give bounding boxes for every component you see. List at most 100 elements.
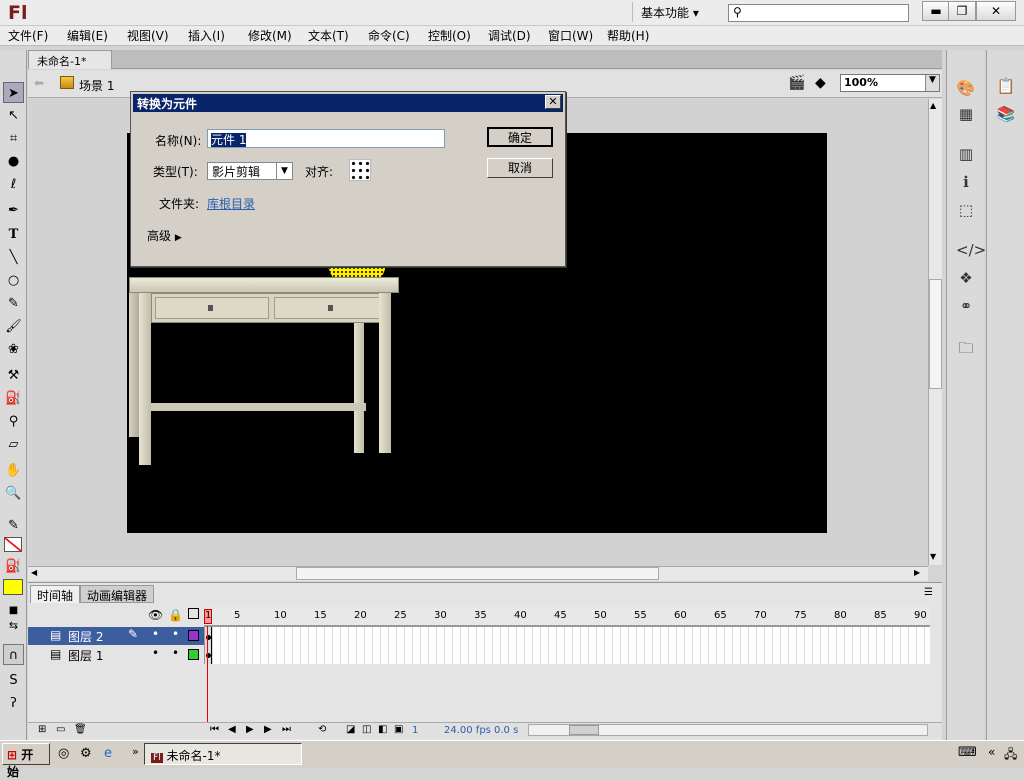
outline-icon[interactable] — [188, 608, 199, 619]
network-icon[interactable]: 🖧 — [1004, 745, 1017, 766]
registration-grid-icon[interactable] — [349, 159, 371, 181]
tray-expand-icon[interactable]: « — [988, 745, 995, 759]
layer-color-swatch[interactable] — [188, 649, 199, 660]
symbol-type-select[interactable]: 影片剪辑 ▼ — [207, 162, 293, 180]
dialog-close-button[interactable]: ✕ — [545, 95, 561, 109]
ok-button[interactable]: 确定 — [487, 127, 553, 147]
color-panel-icon[interactable]: 🎨 — [956, 78, 976, 98]
horizontal-scroll-thumb[interactable] — [296, 567, 659, 580]
menu-commands[interactable]: 命令(C) — [368, 27, 410, 44]
back-arrow-icon[interactable]: ⬅ — [34, 76, 44, 90]
menu-window[interactable]: 窗口(W) — [548, 27, 593, 44]
eye-icon[interactable]: 👁 — [148, 608, 163, 622]
previous-frame-icon[interactable]: ◀ — [228, 724, 236, 735]
chrome-icon[interactable]: ◎ — [58, 746, 69, 761]
menu-modify[interactable]: 修改(M) — [248, 27, 292, 44]
tab-motion-editor[interactable]: 动画编辑器 — [80, 585, 155, 603]
folder-link[interactable]: 库根目录 — [207, 195, 255, 212]
paint-bucket-tool-icon[interactable]: ⛽ — [3, 388, 24, 409]
maximize-button[interactable]: ❐ — [948, 1, 976, 21]
pen-tool-icon[interactable]: ✒ — [3, 200, 24, 221]
new-folder-icon[interactable]: ▭ — [56, 724, 65, 735]
symbol-name-input[interactable]: 元件 1 — [207, 129, 445, 148]
swap-colors-icon[interactable]: ⇆ — [3, 615, 24, 636]
swatches-panel-icon[interactable]: ▦ — [956, 104, 976, 124]
actions-panel-icon[interactable]: </> — [956, 240, 986, 260]
advanced-toggle[interactable]: 高级 ▶ — [147, 227, 182, 244]
smooth-icon[interactable]: S — [3, 670, 24, 691]
cancel-button[interactable]: 取消 — [487, 158, 553, 178]
layer-row-2[interactable]: ▤ 图层 2 ✎ • • — [28, 627, 204, 645]
timeline-hscrollbar[interactable] — [528, 724, 928, 736]
scroll-up-icon[interactable]: ▲ — [930, 101, 936, 110]
straighten-icon[interactable]: ʔ — [3, 693, 24, 714]
scroll-left-icon[interactable]: ◀ — [31, 568, 37, 577]
ie-icon[interactable]: e — [104, 746, 112, 761]
horizontal-scrollbar[interactable]: ◀ ▶ — [28, 566, 928, 581]
menu-view[interactable]: 视图(V) — [127, 27, 169, 44]
subselection-tool-icon[interactable]: ↖ — [3, 105, 24, 126]
play-icon[interactable]: ▶ — [246, 724, 254, 735]
library-panel-icon[interactable]: 📚 — [996, 104, 1016, 124]
scroll-down-icon[interactable]: ▼ — [930, 552, 936, 561]
stroke-color-swatch[interactable] — [4, 537, 22, 552]
lasso-tool-icon[interactable]: ℓ — [3, 174, 24, 195]
onion-outline-icon[interactable]: ◫ — [362, 724, 371, 735]
line-tool-icon[interactable]: ╲ — [3, 247, 24, 268]
frame-ruler[interactable]: 1 5 10 15 20 25 30 35 40 45 50 55 60 65 … — [204, 607, 930, 626]
scene-breadcrumb[interactable]: 场景 1 — [79, 77, 114, 94]
first-frame-icon[interactable]: ⏮ — [210, 724, 219, 735]
onion-skin-icon[interactable]: ◪ — [346, 724, 355, 735]
last-frame-icon[interactable]: ⏭ — [282, 724, 291, 735]
loop-icon[interactable]: ⟲ — [318, 724, 326, 735]
layer-name[interactable]: 图层 1 — [68, 647, 103, 664]
layer-row-1[interactable]: ▤ 图层 1 • • — [28, 646, 204, 664]
eyedropper-tool-icon[interactable]: ⚲ — [3, 411, 24, 432]
align-panel-icon[interactable]: ▥ — [956, 144, 976, 164]
visible-dot[interactable]: • — [152, 646, 159, 660]
vertical-scroll-thumb[interactable] — [929, 279, 942, 389]
next-frame-icon[interactable]: ▶ — [264, 724, 272, 735]
project-panel-icon[interactable]: 🗀 — [956, 338, 976, 358]
brush-tool-icon[interactable]: 🖌 — [3, 316, 24, 337]
menu-control[interactable]: 控制(O) — [428, 27, 471, 44]
free-transform-tool-icon[interactable]: ⌗ — [3, 128, 24, 149]
snap-magnet-icon[interactable]: ∩ — [3, 644, 24, 665]
edit-scene-icon[interactable]: 🎬 — [788, 75, 805, 91]
menu-debug[interactable]: 调试(D) — [488, 27, 531, 44]
zoom-select[interactable]: 100% ▼ — [840, 74, 940, 92]
pencil-tool-icon[interactable]: ✎ — [3, 293, 24, 314]
components-panel-icon[interactable]: ❖ — [956, 268, 976, 288]
minimize-button[interactable]: ▬ — [922, 1, 950, 21]
settings-icon[interactable]: ⚙ — [80, 746, 92, 761]
menu-insert[interactable]: 插入(I) — [188, 27, 225, 44]
selection-tool-icon[interactable]: ➤ — [3, 82, 24, 103]
eraser-tool-icon[interactable]: ▱ — [3, 434, 24, 455]
document-tab[interactable]: 未命名-1* × — [28, 50, 112, 82]
layer-name[interactable]: 图层 2 — [68, 628, 103, 645]
more-icon[interactable]: » — [132, 745, 139, 758]
edit-symbols-icon[interactable]: ◆ — [815, 75, 826, 91]
transform-panel-icon[interactable]: ⬚ — [956, 200, 976, 220]
info-panel-icon[interactable]: ℹ — [956, 172, 976, 192]
menu-edit[interactable]: 编辑(E) — [67, 27, 108, 44]
delete-layer-icon[interactable]: 🗑 — [74, 724, 87, 735]
current-frame[interactable]: 1 — [412, 725, 418, 736]
text-tool-icon[interactable]: T — [3, 224, 24, 245]
vertical-scrollbar[interactable]: ▲ ▼ — [928, 99, 942, 565]
help-search-input[interactable]: ⚲ — [728, 4, 909, 22]
properties-panel-icon[interactable]: 📋 — [996, 76, 1016, 96]
3d-rotation-tool-icon[interactable]: ● — [3, 151, 24, 172]
fill-color-swatch[interactable] — [3, 579, 23, 595]
onion-markers-icon[interactable]: ▣ — [394, 724, 403, 735]
lock-dot[interactable]: • — [172, 627, 179, 641]
hand-tool-icon[interactable]: ✋ — [3, 460, 24, 481]
lock-dot[interactable]: • — [172, 646, 179, 660]
edit-multiple-icon[interactable]: ◧ — [378, 724, 387, 735]
timeline-scroll-thumb[interactable] — [569, 725, 599, 735]
menu-help[interactable]: 帮助(H) — [607, 27, 649, 44]
visible-dot[interactable]: • — [152, 627, 159, 641]
tab-timeline[interactable]: 时间轴 — [30, 585, 81, 603]
desk-image[interactable] — [129, 269, 401, 469]
menu-file[interactable]: 文件(F) — [8, 27, 48, 44]
